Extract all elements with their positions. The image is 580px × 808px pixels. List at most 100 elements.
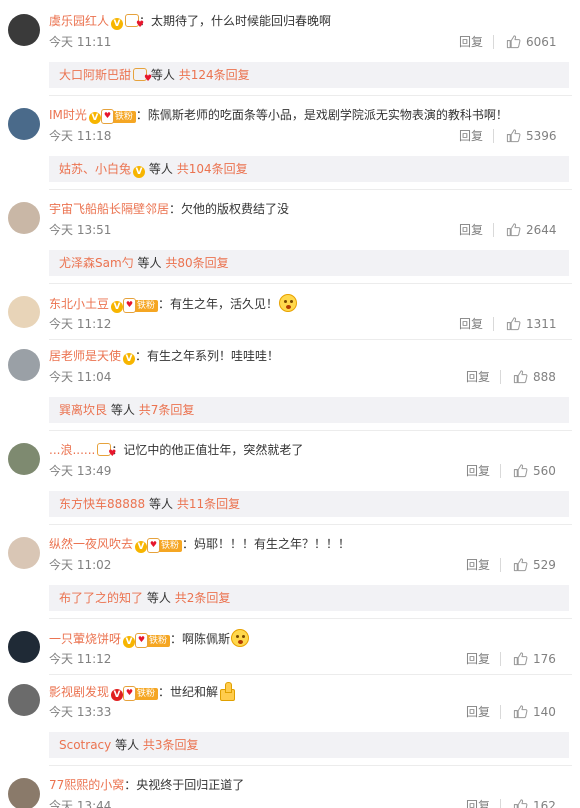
like-button[interactable]: 140 <box>513 703 556 721</box>
comment-header: 居老师是天使 V ：有生之年系列！哇哇哇！ <box>49 347 279 365</box>
username-link[interactable]: 一只葷烧饼呀 <box>49 632 121 646</box>
sub-reply-user[interactable]: Scotracy <box>59 738 111 752</box>
sub-replies-box[interactable]: 尤泽森Sam勺 等人 共80条回复 <box>49 250 569 276</box>
sub-reply-label: 等人 <box>149 497 174 511</box>
sub-reply-user[interactable]: 姑苏、小白兔 <box>59 162 131 176</box>
sub-reply-count-link[interactable]: 共2条回复 <box>175 591 231 605</box>
thumbs-up-icon <box>506 222 521 237</box>
comment-header: 虞乐园红人V ：太期待了，什么时候能回归春晚啊 <box>49 12 331 30</box>
like-count: 6061 <box>526 35 557 49</box>
reply-button[interactable]: 回复 <box>466 797 490 808</box>
thumbs-up-icon <box>513 463 528 478</box>
sub-reply-user[interactable]: 尤泽森Sam勺 <box>59 256 134 270</box>
username-link[interactable]: 纵然一夜风吹去 <box>49 537 133 551</box>
username-link[interactable]: 东北小土豆 <box>49 297 109 311</box>
comment-header: 东北小土豆 V ♥ 铁粉 ：有生之年，活久见！ <box>49 294 298 313</box>
reply-button[interactable]: 回复 <box>459 221 483 239</box>
sub-replies-box[interactable]: 大口阿斯巴甜 等人 共124条回复 <box>49 62 569 88</box>
verified-v-icon: V <box>133 166 146 178</box>
username-link[interactable]: 77熙熙的小窝 <box>49 778 124 792</box>
avatar[interactable] <box>8 296 40 328</box>
verified-v-icon: V <box>88 112 101 124</box>
reply-button[interactable]: 回复 <box>466 462 490 480</box>
fan-badge: ♥ 铁粉 <box>123 298 159 313</box>
avatar[interactable] <box>8 684 40 716</box>
scream-emoji-icon <box>231 629 250 647</box>
sub-reply-count-link[interactable]: 共11条回复 <box>177 497 240 511</box>
comment-text: ：妈耶！！！有生之年？！！！ <box>182 537 351 551</box>
comment-header: IM时光 V ♥ 铁粉 ：陈佩斯老师的吃面条等小品，是戏剧学院派无实物表演的教科书啊！ <box>49 106 508 124</box>
like-button[interactable]: 162 <box>513 797 556 808</box>
comment-header: ...浪...... ：记忆中的他正值壮年，突然就老了 <box>49 441 303 459</box>
verified-v-icon: V <box>111 301 124 313</box>
like-count: 5396 <box>526 129 557 143</box>
reply-button[interactable]: 回复 <box>466 556 490 574</box>
reply-button[interactable]: 回复 <box>459 33 483 51</box>
sub-reply-count-link[interactable]: 共80条回复 <box>165 256 228 270</box>
comment-separator <box>49 430 572 431</box>
avatar[interactable] <box>8 14 40 46</box>
username-link[interactable]: 影视剧发现 <box>49 685 109 699</box>
action-divider <box>493 317 494 331</box>
reply-button[interactable]: 回复 <box>459 127 483 145</box>
reply-button[interactable]: 回复 <box>459 315 483 333</box>
avatar[interactable] <box>8 349 40 381</box>
comment-time: 今天 11:04 <box>49 370 112 384</box>
fan-badge-icon: ♥ <box>135 633 149 648</box>
sub-reply-user[interactable]: 巽离坎艮 <box>59 403 107 417</box>
sub-replies-box[interactable]: 姑苏、小白兔 V 等人 共104条回复 <box>49 156 569 182</box>
sub-reply-label: 等人 <box>110 403 135 417</box>
comment-text: ：央视终于回归正道了 <box>124 778 245 792</box>
member-crown-icon <box>97 443 116 459</box>
like-button[interactable]: 888 <box>513 368 556 386</box>
avatar[interactable] <box>8 631 40 663</box>
like-button[interactable]: 2644 <box>506 221 557 239</box>
avatar[interactable] <box>8 202 40 234</box>
sub-replies-box[interactable]: 布了了之的知了 等人 共2条回复 <box>49 585 569 611</box>
username-link[interactable]: 虞乐园红人 <box>49 14 109 28</box>
comment-separator <box>49 674 572 675</box>
action-divider <box>500 370 501 384</box>
sub-replies-box[interactable]: Scotracy 等人 共3条回复 <box>49 732 569 758</box>
fan-badge: ♥ 铁粉 <box>147 538 183 553</box>
reply-button[interactable]: 回复 <box>466 650 490 668</box>
sub-reply-user[interactable]: 大口阿斯巴甜 <box>59 68 131 82</box>
action-divider <box>500 799 501 808</box>
sub-reply-label: 等人 <box>146 591 171 605</box>
sub-reply-count-link[interactable]: 共7条回复 <box>139 403 195 417</box>
fan-badge-icon: ♥ <box>123 686 137 701</box>
thumbs-up-icon <box>513 369 528 384</box>
sub-reply-count-link[interactable]: 共124条回复 <box>179 68 250 82</box>
like-button[interactable]: 176 <box>513 650 556 668</box>
like-button[interactable]: 560 <box>513 462 556 480</box>
action-divider <box>493 129 494 143</box>
comment-separator <box>49 95 572 96</box>
avatar[interactable] <box>8 108 40 140</box>
sub-replies-box[interactable]: 东方快车88888 等人 共11条回复 <box>49 491 569 517</box>
like-button[interactable]: 5396 <box>506 127 557 145</box>
username-link[interactable]: ...浪...... <box>49 443 95 457</box>
comment-separator <box>49 524 572 525</box>
avatar[interactable] <box>8 443 40 475</box>
like-button[interactable]: 1311 <box>506 315 557 333</box>
reply-button[interactable]: 回复 <box>466 368 490 386</box>
action-divider <box>500 464 501 478</box>
sub-reply-user[interactable]: 布了了之的知了 <box>59 591 143 605</box>
username-link[interactable]: 宇宙飞船船长隔壁邻居 <box>49 202 169 216</box>
username-link[interactable]: 居老师是天使 <box>49 349 121 363</box>
username-link[interactable]: IM时光 <box>49 108 87 122</box>
sub-reply-user[interactable]: 东方快车88888 <box>59 497 145 511</box>
comment-separator <box>49 339 572 340</box>
like-button[interactable]: 6061 <box>506 33 557 51</box>
sub-reply-count-link[interactable]: 共3条回复 <box>143 738 199 752</box>
sub-reply-count-link[interactable]: 共104条回复 <box>177 162 248 176</box>
reply-button[interactable]: 回复 <box>466 703 490 721</box>
avatar[interactable] <box>8 778 40 808</box>
avatar[interactable] <box>8 537 40 569</box>
comment-text: ：有生之年，活久见！ <box>158 297 279 311</box>
like-button[interactable]: 529 <box>513 556 556 574</box>
like-count: 176 <box>533 652 556 666</box>
comment-text: ：世纪和解 <box>158 685 219 699</box>
sub-replies-box[interactable]: 巽离坎艮 等人 共7条回复 <box>49 397 569 423</box>
thumbs-up-emoji-icon <box>218 682 236 701</box>
